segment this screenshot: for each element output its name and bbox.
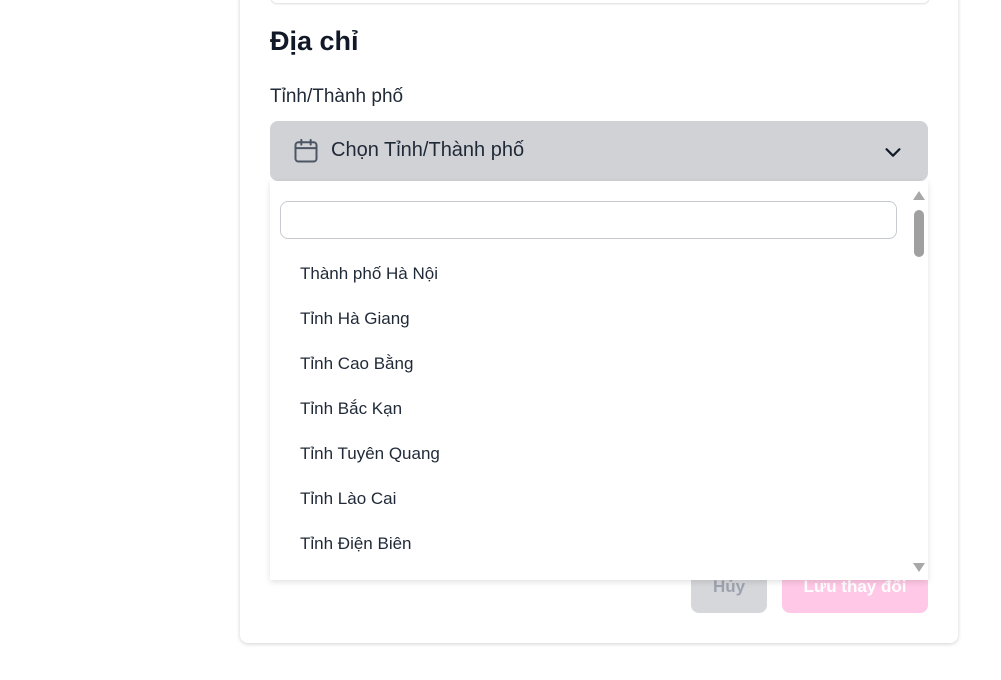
province-option[interactable]: Tỉnh Bắc Kạn <box>270 386 908 431</box>
previous-input-edge <box>270 0 930 4</box>
province-option[interactable]: Thành phố Hà Nội <box>270 251 908 296</box>
calendar-icon <box>294 138 318 163</box>
province-option[interactable]: Tỉnh Cao Bằng <box>270 341 908 386</box>
province-option[interactable]: Tỉnh Lào Cai <box>270 476 908 521</box>
scrollbar-thumb[interactable] <box>914 210 924 257</box>
province-select[interactable]: Chọn Tỉnh/Thành phố <box>270 121 928 181</box>
section-title: Địa chỉ <box>270 26 359 56</box>
scroll-up-arrow-icon[interactable] <box>913 191 925 200</box>
province-option[interactable]: Tỉnh Điện Biên <box>270 521 908 566</box>
scroll-down-arrow-icon[interactable] <box>913 563 925 572</box>
province-search-input[interactable] <box>280 201 897 239</box>
province-dropdown: Thành phố Hà Nội Tỉnh Hà Giang Tỉnh Cao … <box>270 181 928 580</box>
chevron-down-icon <box>885 148 901 157</box>
province-option[interactable]: Tỉnh Hà Giang <box>270 296 908 341</box>
province-select-value: Chọn Tỉnh/Thành phố <box>331 139 525 161</box>
province-options-list: Thành phố Hà Nội Tỉnh Hà Giang Tỉnh Cao … <box>270 251 908 566</box>
province-option[interactable]: Tỉnh Tuyên Quang <box>270 431 908 476</box>
province-label: Tỉnh/Thành phố <box>270 86 404 107</box>
